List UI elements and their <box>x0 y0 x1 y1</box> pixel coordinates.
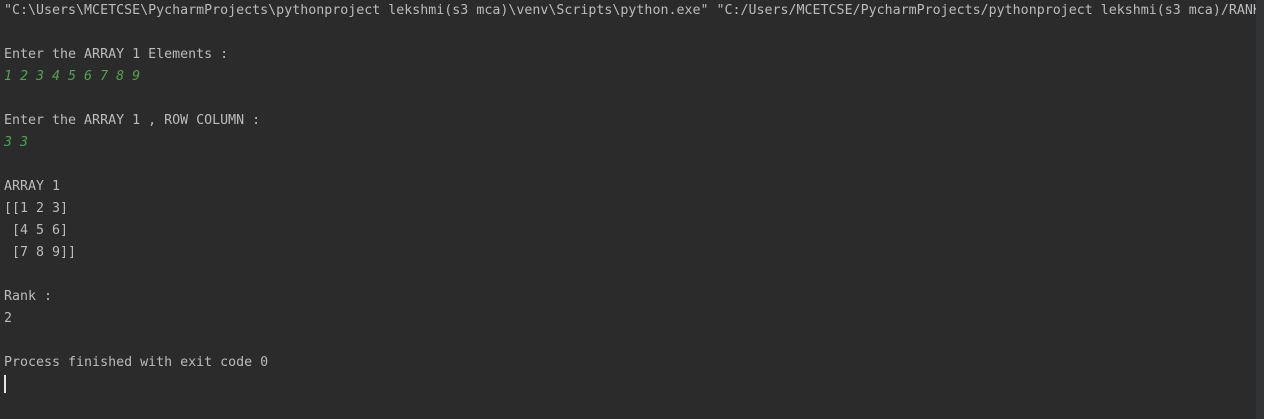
input-row-column: 3 3 <box>4 135 29 150</box>
input-prompt-line[interactable] <box>4 374 1256 396</box>
console-output: "C:\Users\MCETCSE\PycharmProjects\python… <box>4 0 1256 396</box>
array-row: [[1 2 3] <box>4 201 69 216</box>
array-title: ARRAY 1 <box>4 179 61 194</box>
input-array-elements: 1 2 3 4 5 6 7 8 9 <box>4 69 141 84</box>
text-cursor <box>4 375 6 393</box>
prompt-array-elements: Enter the ARRAY 1 Elements : <box>4 47 229 62</box>
array-row: [4 5 6] <box>4 223 69 238</box>
run-console[interactable]: "C:\Users\MCETCSE\PycharmProjects\python… <box>0 0 1264 419</box>
vertical-scrollbar[interactable] <box>1256 0 1264 419</box>
rank-value: 2 <box>4 311 13 326</box>
array-row: [7 8 9]] <box>4 245 77 260</box>
rank-label: Rank : <box>4 289 53 304</box>
prompt-row-column: Enter the ARRAY 1 , ROW COLUMN : <box>4 113 261 128</box>
exit-message: Process finished with exit code 0 <box>4 355 269 370</box>
command-line: "C:\Users\MCETCSE\PycharmProjects\python… <box>4 3 1256 18</box>
